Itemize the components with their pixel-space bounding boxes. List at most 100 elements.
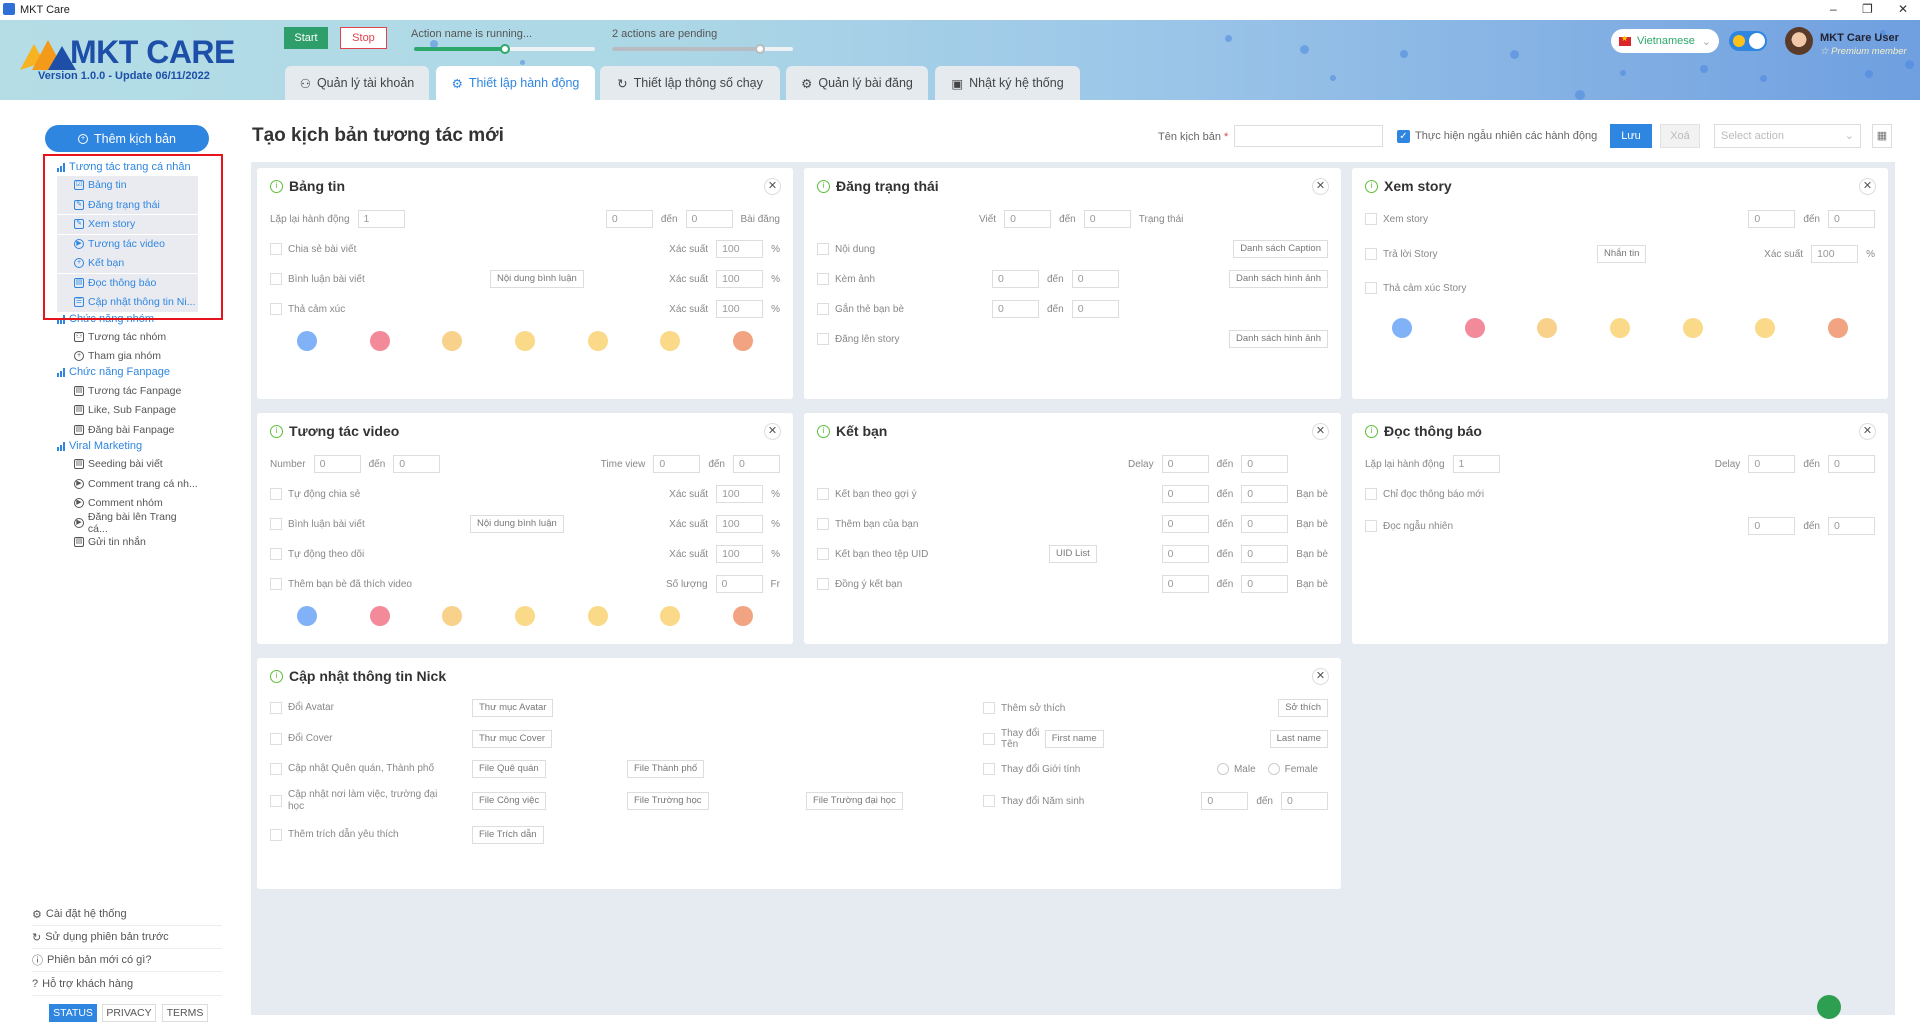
checkbox[interactable]	[983, 702, 995, 714]
wow-reaction-icon[interactable]	[587, 331, 608, 351]
sad-reaction-icon[interactable]	[660, 606, 681, 626]
love-reaction-icon[interactable]	[1464, 318, 1485, 338]
s-th-ch-button[interactable]: Sở thích	[1278, 699, 1328, 717]
sidebar-item[interactable]: ☑ Bảng tin	[57, 175, 198, 195]
sidebar-item[interactable]: + Tham gia nhóm	[57, 347, 198, 366]
number-input[interactable]: 0	[393, 455, 441, 473]
checkbox[interactable]	[817, 303, 829, 315]
number-input[interactable]: 1	[357, 210, 405, 228]
checkbox[interactable]	[270, 733, 282, 745]
sidebar-group-header[interactable]: Viral Marketing	[57, 440, 142, 452]
number-input[interactable]: 0	[1161, 455, 1209, 473]
file-tr-ng-h-c-button[interactable]: File Trường học	[627, 792, 709, 810]
checkbox[interactable]	[270, 795, 282, 807]
first-name-button[interactable]: First name	[1044, 730, 1104, 748]
sidebar-item[interactable]: ▤ Like, Sub Fanpage	[57, 401, 198, 420]
sidebar-item[interactable]: + Kết bạn	[57, 253, 198, 273]
number-input[interactable]: 0	[1004, 210, 1052, 228]
checkbox[interactable]	[817, 518, 829, 530]
close-card-button[interactable]: ✕	[764, 423, 781, 440]
number-input[interactable]: 100	[716, 485, 764, 503]
delete-button[interactable]: Xoá	[1660, 124, 1700, 148]
number-input[interactable]: 1	[1452, 455, 1500, 473]
number-input[interactable]: 0	[313, 455, 361, 473]
number-input[interactable]: 0	[1161, 485, 1209, 503]
file-c-ng-vi-c-button[interactable]: File Công việc	[472, 792, 547, 810]
tab-2[interactable]: ⚙ Thiết lập hành động	[436, 66, 595, 100]
number-input[interactable]: 100	[716, 270, 764, 288]
number-input[interactable]: 0	[1083, 210, 1131, 228]
checkbox[interactable]	[270, 763, 282, 775]
checkbox[interactable]	[270, 273, 282, 285]
minimize-button[interactable]: –	[1830, 2, 1837, 16]
number-input[interactable]: 0	[1201, 792, 1249, 810]
checkbox[interactable]	[270, 702, 282, 714]
file-th-nh-ph--button[interactable]: File Thành phố	[627, 760, 705, 778]
terms-button[interactable]: TERMS	[162, 1004, 208, 1022]
checkbox[interactable]	[817, 273, 829, 285]
n-i-dung-b-nh-lu-n-button[interactable]: Nội dung bình luận	[490, 270, 584, 288]
number-input[interactable]: 0	[1241, 485, 1289, 503]
danh-s-ch-h-nh-nh-button[interactable]: Danh sách hình ảnh	[1228, 330, 1328, 348]
sidebar-group-header[interactable]: Chức năng Fanpage	[57, 366, 170, 378]
close-card-button[interactable]: ✕	[1859, 178, 1876, 195]
checkbox[interactable]	[270, 518, 282, 530]
sidebar-item[interactable]: ▤ Tương tác Fanpage	[57, 382, 198, 401]
sidebar-link[interactable]: ⓘ Phiên bản mới có gì?	[32, 949, 222, 972]
angry-reaction-icon[interactable]	[733, 606, 753, 626]
sidebar-item[interactable]: ✎ Đăng trạng thái	[57, 195, 198, 214]
checkbox[interactable]	[817, 488, 829, 500]
checkbox[interactable]	[1365, 282, 1377, 294]
radio-button[interactable]	[1216, 763, 1229, 775]
start-button[interactable]: Start	[284, 27, 328, 49]
close-card-button[interactable]: ✕	[764, 178, 781, 195]
save-button[interactable]: Lưu	[1610, 124, 1652, 148]
number-input[interactable]: 0	[1748, 455, 1796, 473]
number-input[interactable]: 0	[1748, 210, 1796, 228]
close-card-button[interactable]: ✕	[1312, 423, 1329, 440]
file-tr-ch-d-n-button[interactable]: File Trích dẫn	[472, 826, 544, 844]
number-input[interactable]: 0	[733, 455, 780, 473]
status-button[interactable]: STATUS	[49, 1004, 97, 1022]
number-input[interactable]: 0	[1241, 455, 1289, 473]
sidebar-link[interactable]: ⚙ Cài đặt hệ thống	[32, 903, 222, 926]
number-input[interactable]: 0	[653, 455, 701, 473]
checkbox[interactable]	[817, 578, 829, 590]
tab-1[interactable]: ⚇ Quản lý tài khoản	[285, 66, 429, 100]
number-input[interactable]: 0	[1161, 575, 1209, 593]
number-input[interactable]: 0	[1161, 515, 1209, 533]
checkbox[interactable]	[1365, 213, 1377, 225]
sidebar-group-header[interactable]: Tương tác trang cá nhân	[57, 161, 191, 173]
close-card-button[interactable]: ✕	[1859, 423, 1876, 440]
sidebar-item[interactable]: ⚇ Tương tác nhóm	[57, 328, 198, 347]
checkbox[interactable]	[983, 763, 995, 775]
stop-button[interactable]: Stop	[340, 27, 387, 49]
like-reaction-icon[interactable]	[297, 606, 317, 626]
number-input[interactable]: 0	[1281, 792, 1328, 810]
privacy-button[interactable]: PRIVACY	[102, 1004, 156, 1022]
checkbox[interactable]	[983, 733, 995, 745]
angry-reaction-icon[interactable]	[733, 331, 753, 351]
number-input[interactable]: 0	[1241, 575, 1289, 593]
script-name-input[interactable]	[1234, 125, 1383, 147]
number-input[interactable]: 0	[992, 300, 1039, 318]
sidebar-item[interactable]: ▤ Đăng bài Fanpage	[57, 421, 198, 440]
number-input[interactable]: 0	[1828, 517, 1875, 535]
radio-option[interactable]: Female	[1267, 763, 1318, 775]
checkbox[interactable]	[817, 548, 829, 560]
sidebar-link[interactable]: ? Hỗ trợ khách hàng	[32, 973, 222, 996]
sidebar-item[interactable]: ✎ Xem story	[57, 214, 198, 234]
add-script-button[interactable]: + Thêm kịch bản	[45, 125, 209, 152]
like-reaction-icon[interactable]	[297, 331, 317, 351]
nh-n-tin-button[interactable]: Nhắn tin	[1597, 245, 1647, 263]
checkbox[interactable]	[270, 303, 282, 315]
checkbox[interactable]	[270, 488, 282, 500]
th-m-c-cover-button[interactable]: Thư mục Cover	[472, 730, 553, 748]
haha-reaction-icon[interactable]	[515, 606, 535, 626]
close-window-button[interactable]: ✕	[1898, 2, 1908, 16]
checkbox[interactable]	[1365, 488, 1377, 500]
n-i-dung-b-nh-lu-n-button[interactable]: Nội dung bình luận	[470, 515, 564, 533]
care-reaction-icon[interactable]	[442, 331, 463, 351]
danh-s-ch-h-nh-nh-button[interactable]: Danh sách hình ảnh	[1228, 270, 1328, 288]
number-input[interactable]: 100	[716, 515, 764, 533]
